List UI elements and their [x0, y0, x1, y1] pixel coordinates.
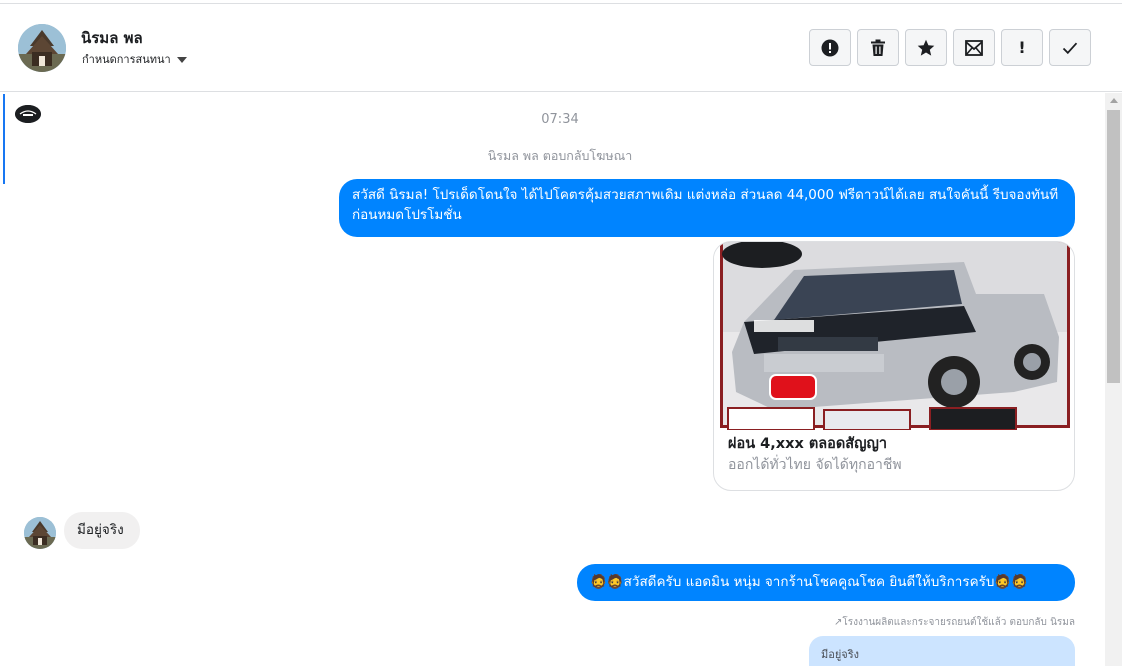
- scrollbar-thumb[interactable]: [1107, 110, 1120, 383]
- envelope-icon: [965, 39, 983, 56]
- outgoing-message[interactable]: สวัสดี นิรมล! โปรเด็ดโดนใจ ได้ไปโคตรคุ้ม…: [339, 179, 1075, 237]
- star-icon: [917, 39, 935, 56]
- thread-scrollbar[interactable]: [1105, 93, 1122, 666]
- message-timestamp: 07:34: [541, 112, 579, 127]
- delete-button[interactable]: [857, 29, 899, 66]
- contact-name[interactable]: นิรมล พล: [81, 26, 143, 50]
- label-dropdown-text: กำหนดการสนทนา: [82, 53, 171, 66]
- ad-reply-note: นิรมล พล ตอบกลับโฆษณา: [487, 148, 633, 163]
- alert-circle-icon: [821, 39, 839, 56]
- header-actions: !: [809, 29, 1091, 66]
- ad-card-subtitle: ออกได้ทั่วไทย จัดได้ทุกอาชีพ: [728, 457, 902, 473]
- selection-indicator: [3, 94, 5, 184]
- conversation-header: นิรมล พล กำหนดการสนทนา !: [0, 4, 1122, 92]
- mark-spam-button[interactable]: [809, 29, 851, 66]
- follow-up-button[interactable]: !: [1001, 29, 1043, 66]
- pickup-truck-photo: [714, 242, 1074, 430]
- mark-done-button[interactable]: [1049, 29, 1091, 66]
- incoming-message[interactable]: มีอยู่จริง: [64, 512, 140, 549]
- conversation-label-dropdown[interactable]: กำหนดการสนทนา: [82, 50, 187, 68]
- exclamation-icon: !: [1018, 38, 1026, 57]
- contact-avatar[interactable]: [18, 24, 66, 72]
- scroll-up-arrow-icon[interactable]: [1110, 98, 1118, 103]
- caret-down-icon: [176, 57, 187, 63]
- outgoing-message[interactable]: 🧔🧔สวัสดีครับ แอดมิน หนุ่ม จากร้านโชคคูณโ…: [577, 564, 1075, 601]
- reply-context-note: ↗โรงงานผลิตและกระจายรถยนต์ใช้แล้ว ตอบกลั…: [833, 617, 1075, 628]
- ad-card-title: ผ่อน 4,xxx ตลอดสัญญา: [728, 436, 887, 452]
- right-edge: [1122, 0, 1133, 666]
- mark-unread-button[interactable]: [953, 29, 995, 66]
- checkmark-icon: [1062, 42, 1078, 54]
- ad-card[interactable]: ผ่อน 4,xxx ตลอดสัญญา ออกได้ทั่วไทย จัดได…: [713, 241, 1075, 491]
- replied-message-preview[interactable]: มีอยู่จริง: [809, 636, 1075, 666]
- contact-avatar-small: [24, 517, 56, 549]
- message-thread[interactable]: 07:34 นิรมล พล ตอบกลับโฆษณา สวัสดี นิรมล…: [0, 93, 1105, 666]
- star-button[interactable]: [905, 29, 947, 66]
- trash-icon: [871, 39, 885, 56]
